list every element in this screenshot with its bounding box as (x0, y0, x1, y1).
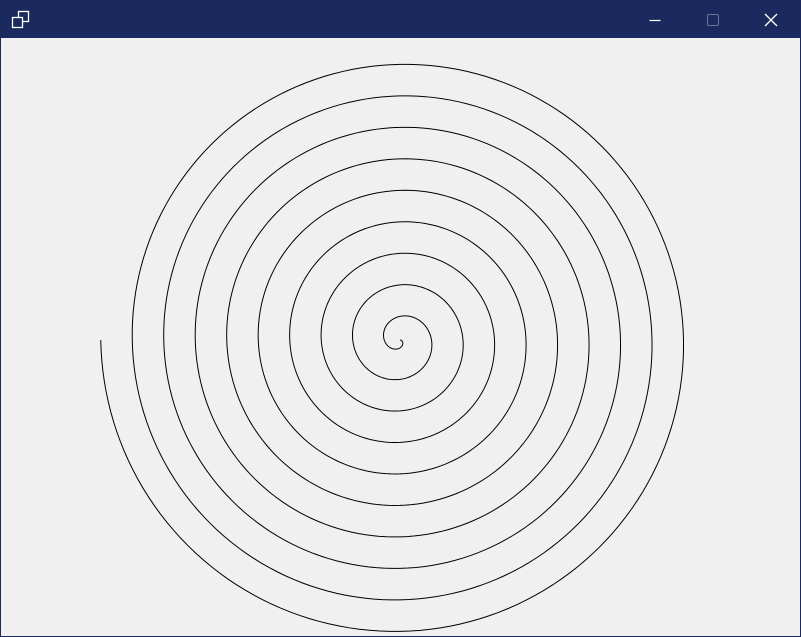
drawing-canvas (1, 38, 800, 636)
app-window (0, 0, 801, 637)
restore-windows-icon[interactable] (11, 10, 30, 29)
maximize-icon (707, 13, 719, 26)
minimize-button[interactable] (626, 1, 684, 38)
title-bar[interactable] (1, 1, 800, 38)
minimize-icon (649, 19, 661, 21)
spiral-line (100, 63, 684, 632)
spiral-drawing (100, 63, 684, 632)
close-icon (764, 13, 778, 26)
close-button[interactable] (742, 1, 800, 38)
maximize-button[interactable] (684, 1, 742, 38)
